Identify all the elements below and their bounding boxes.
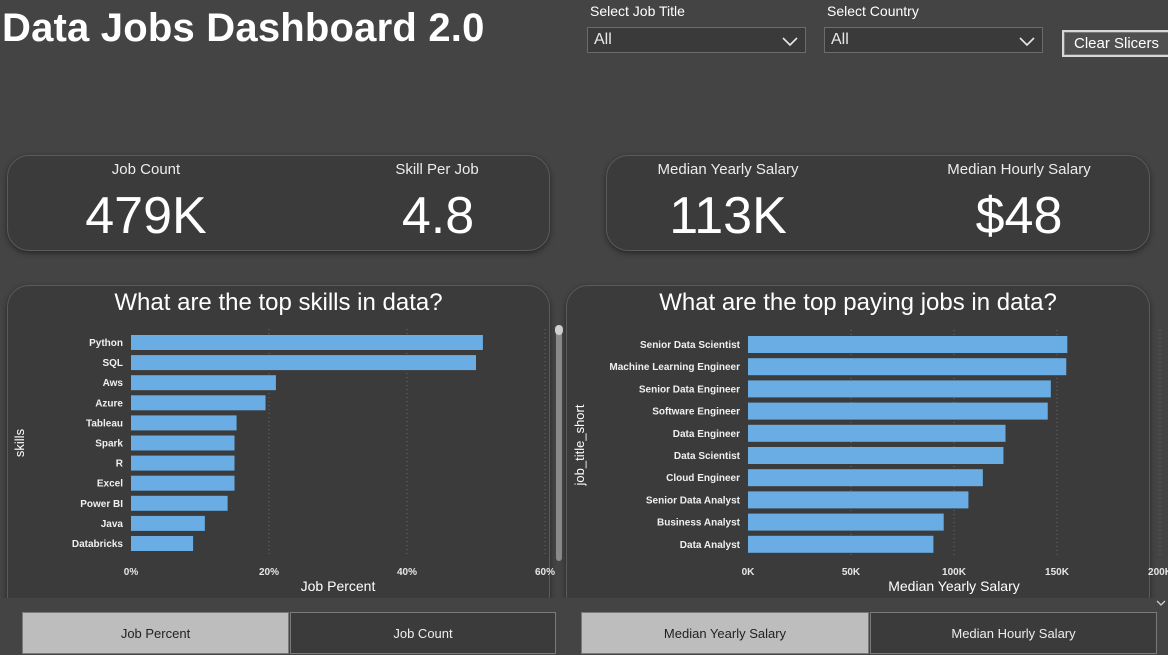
job-title-dropdown[interactable]: All — [587, 27, 806, 53]
median-hourly-salary-label: Median Hourly Salary — [947, 161, 1091, 178]
chevron-down-icon — [1019, 37, 1035, 47]
bar — [131, 475, 235, 491]
tab-job-count[interactable]: Job Count — [290, 612, 556, 654]
y-category-label: Data Engineer — [673, 429, 740, 440]
bar — [748, 513, 944, 531]
y-category-label: Data Analyst — [680, 540, 741, 551]
x-tick-label: 200K — [1148, 567, 1168, 578]
tab-median-hourly-salary[interactable]: Median Hourly Salary — [870, 612, 1157, 654]
bar — [131, 415, 237, 431]
y-category-label: Tableau — [86, 418, 123, 429]
skills-chart-scrollbar[interactable] — [556, 325, 562, 561]
bar — [748, 424, 1006, 442]
median-yearly-salary-value: 113K — [669, 187, 787, 245]
tab-job-percent[interactable]: Job Percent — [22, 612, 289, 654]
y-category-label: Spark — [95, 439, 123, 450]
median-yearly-salary-label: Median Yearly Salary — [657, 161, 799, 178]
x-tick-label: 60% — [535, 567, 555, 578]
country-dropdown[interactable]: All — [824, 27, 1043, 53]
skill-per-job-value: 4.8 — [401, 187, 475, 245]
x-tick-label: 50K — [842, 567, 861, 578]
y-category-label: Senior Data Analyst — [646, 495, 741, 506]
y-category-label: Power BI — [80, 499, 123, 510]
y-category-label: Java — [101, 519, 124, 530]
bar — [131, 455, 235, 471]
y-axis-title: skills — [12, 428, 27, 457]
y-category-label: Python — [89, 338, 123, 349]
bar — [748, 535, 934, 553]
bar — [131, 395, 266, 411]
bar — [131, 495, 228, 511]
bar — [131, 355, 476, 371]
y-category-label: Business Analyst — [657, 518, 741, 529]
job-count-label: Job Count — [111, 161, 181, 178]
skills-chart: 0% 20% 40% 60% Python SQL Aws Azure Tableau Spark… — [12, 329, 555, 594]
y-category-label: Data Scientist — [674, 451, 741, 462]
y-category-label: Databricks — [72, 539, 124, 550]
chevron-down-icon — [782, 37, 798, 47]
y-axis-title: job_title_short — [572, 404, 587, 486]
bar — [748, 469, 983, 487]
job-title-slicer-label: Select Job Title — [590, 3, 685, 19]
chevron-down-icon[interactable] — [1156, 598, 1166, 608]
median-hourly-salary-value: $48 — [975, 187, 1063, 245]
x-tick-label: 40% — [397, 567, 417, 578]
x-tick-label: 150K — [1045, 567, 1070, 578]
bar — [748, 358, 1067, 376]
bar — [131, 435, 235, 451]
skill-per-job-label: Skill Per Job — [395, 161, 479, 178]
bar — [131, 536, 194, 551]
bar — [748, 336, 1068, 353]
skills-chart-title: What are the top skills in data? — [114, 289, 443, 316]
x-tick-label: 100K — [942, 567, 967, 578]
x-axis-title: Median Yearly Salary — [888, 578, 1020, 594]
jobs-chart: 0K 50K 100K 150K 200K Senior Data Scientist Ma… — [572, 330, 1168, 594]
tab-median-yearly-salary[interactable]: Median Yearly Salary — [581, 612, 869, 654]
bar — [748, 447, 1004, 464]
jobs-chart-title: What are the top paying jobs in data? — [659, 289, 1057, 316]
y-category-label: Aws — [103, 378, 124, 389]
scrollbar-handle-icon[interactable] — [555, 325, 563, 335]
kpi-card-salary: Median Yearly Salary 113K Median Hourly … — [606, 155, 1150, 251]
y-category-label: Senior Data Engineer — [639, 384, 740, 395]
y-category-label: Machine Learning Engineer — [609, 362, 740, 373]
y-category-label: Azure — [95, 398, 123, 409]
y-category-label: Software Engineer — [652, 407, 740, 418]
bar — [748, 380, 1051, 398]
job-count-value: 479K — [85, 187, 207, 245]
bar — [748, 491, 969, 509]
y-category-label: Excel — [97, 479, 123, 490]
clear-slicers-button[interactable]: Clear Slicers — [1062, 30, 1168, 57]
bar — [131, 515, 205, 531]
x-tick-label: 20% — [259, 567, 279, 578]
y-category-label: SQL — [102, 358, 123, 369]
country-dropdown-value: All — [831, 31, 849, 48]
x-axis-title: Job Percent — [301, 578, 376, 594]
bar — [131, 335, 483, 350]
job-title-dropdown-value: All — [594, 31, 612, 48]
y-category-label: Senior Data Scientist — [640, 340, 741, 351]
x-tick-label: 0K — [742, 567, 756, 578]
y-category-label: R — [116, 459, 124, 470]
kpi-card-jobs: Job Count 479K Skill Per Job 4.8 — [7, 155, 550, 251]
bar — [131, 375, 276, 391]
x-tick-label: 0% — [124, 567, 139, 578]
country-slicer-label: Select Country — [827, 3, 919, 19]
y-category-label: Cloud Engineer — [666, 473, 740, 484]
page-title: Data Jobs Dashboard 2.0 — [2, 6, 485, 50]
bar — [748, 402, 1048, 420]
